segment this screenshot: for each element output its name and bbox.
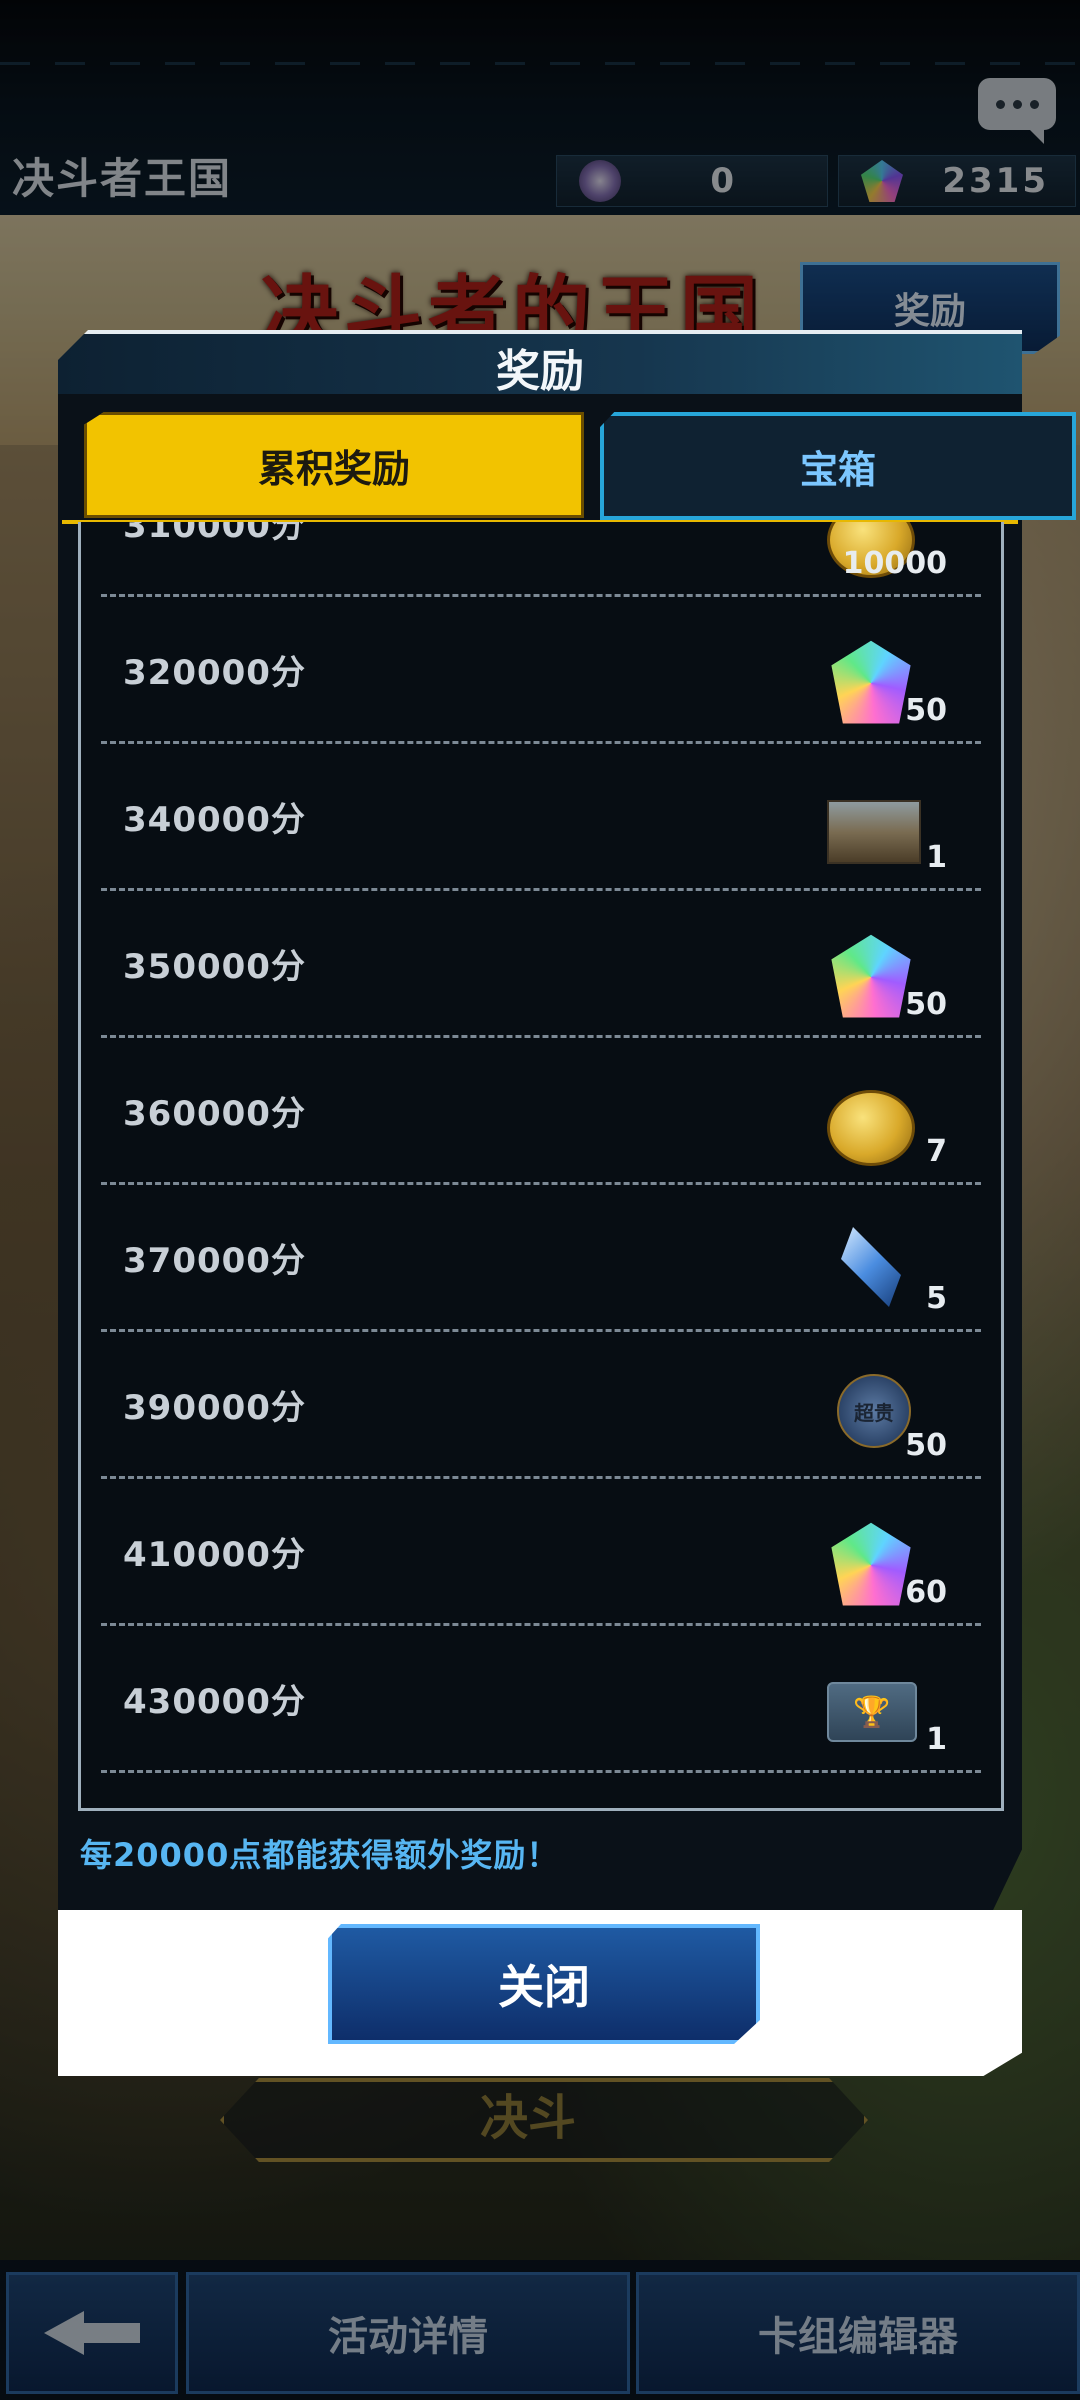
field-background-icon: [827, 800, 921, 864]
reward-row: 320000分 50: [101, 597, 981, 744]
gem-icon: [831, 640, 911, 724]
reward-qty: 5: [926, 1281, 947, 1316]
close-button[interactable]: 关闭: [328, 1924, 760, 2044]
reward-score: 320000分: [123, 652, 306, 693]
reward-qty: 1: [926, 840, 947, 875]
reward-tabs: 累积奖励 宝箱: [62, 402, 1076, 524]
crystal-icon: [841, 1227, 901, 1307]
reward-row: 360000分 7: [101, 1038, 981, 1185]
gem-icon: [831, 934, 911, 1018]
reward-row: 350000分 50: [101, 891, 981, 1038]
gem-icon: [831, 1522, 911, 1606]
reward-list[interactable]: 310000分 10000 320000分 50 340000分 1 35000…: [78, 522, 1004, 1811]
reward-row: 390000分 超贵 50: [101, 1332, 981, 1479]
reward-score: 350000分: [123, 946, 306, 987]
reward-qty: 50: [905, 693, 947, 728]
reward-score: 430000分: [123, 1681, 306, 1722]
gold-coin-icon: [827, 1090, 915, 1166]
reward-row: 430000分 🏆 1: [101, 1626, 981, 1773]
reward-score: 340000分: [123, 799, 306, 840]
reward-score: 410000分: [123, 1534, 306, 1575]
reward-qty: 60: [905, 1575, 947, 1610]
tab-treasure-chest[interactable]: 宝箱: [600, 412, 1076, 520]
reward-score: 360000分: [123, 1093, 306, 1134]
extra-reward-note: 每20000点都能获得额外奖励！: [80, 1836, 560, 1874]
modal-title: 奖励: [496, 346, 584, 397]
tab-cumulative-rewards[interactable]: 累积奖励: [84, 412, 584, 518]
reward-qty: 50: [905, 1428, 947, 1463]
reward-row: 340000分 1: [101, 744, 981, 891]
reward-qty: 7: [926, 1134, 947, 1169]
reward-row: 310000分 10000: [101, 522, 981, 597]
medal-icon: 超贵: [837, 1374, 911, 1448]
reward-qty: 50: [905, 987, 947, 1022]
reward-score: 310000分: [123, 522, 306, 546]
reward-qty: 10000: [842, 546, 947, 581]
reward-row: 410000分 60: [101, 1479, 981, 1626]
reward-score: 370000分: [123, 1240, 306, 1281]
reward-score: 390000分: [123, 1387, 306, 1428]
trophy-icon: 🏆: [827, 1682, 917, 1742]
reward-qty: 1: [926, 1722, 947, 1757]
reward-row: 370000分 5: [101, 1185, 981, 1332]
